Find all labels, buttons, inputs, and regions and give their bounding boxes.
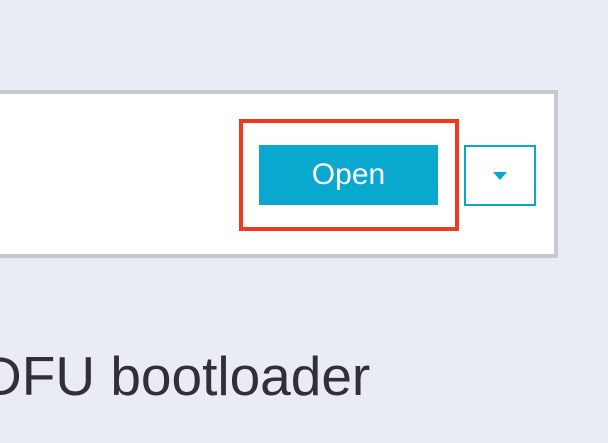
chevron-down-icon [493,171,507,180]
open-button[interactable]: Open [259,145,438,205]
open-options-dropdown-button[interactable] [464,145,536,206]
section-title: DFU bootloader [0,345,371,407]
